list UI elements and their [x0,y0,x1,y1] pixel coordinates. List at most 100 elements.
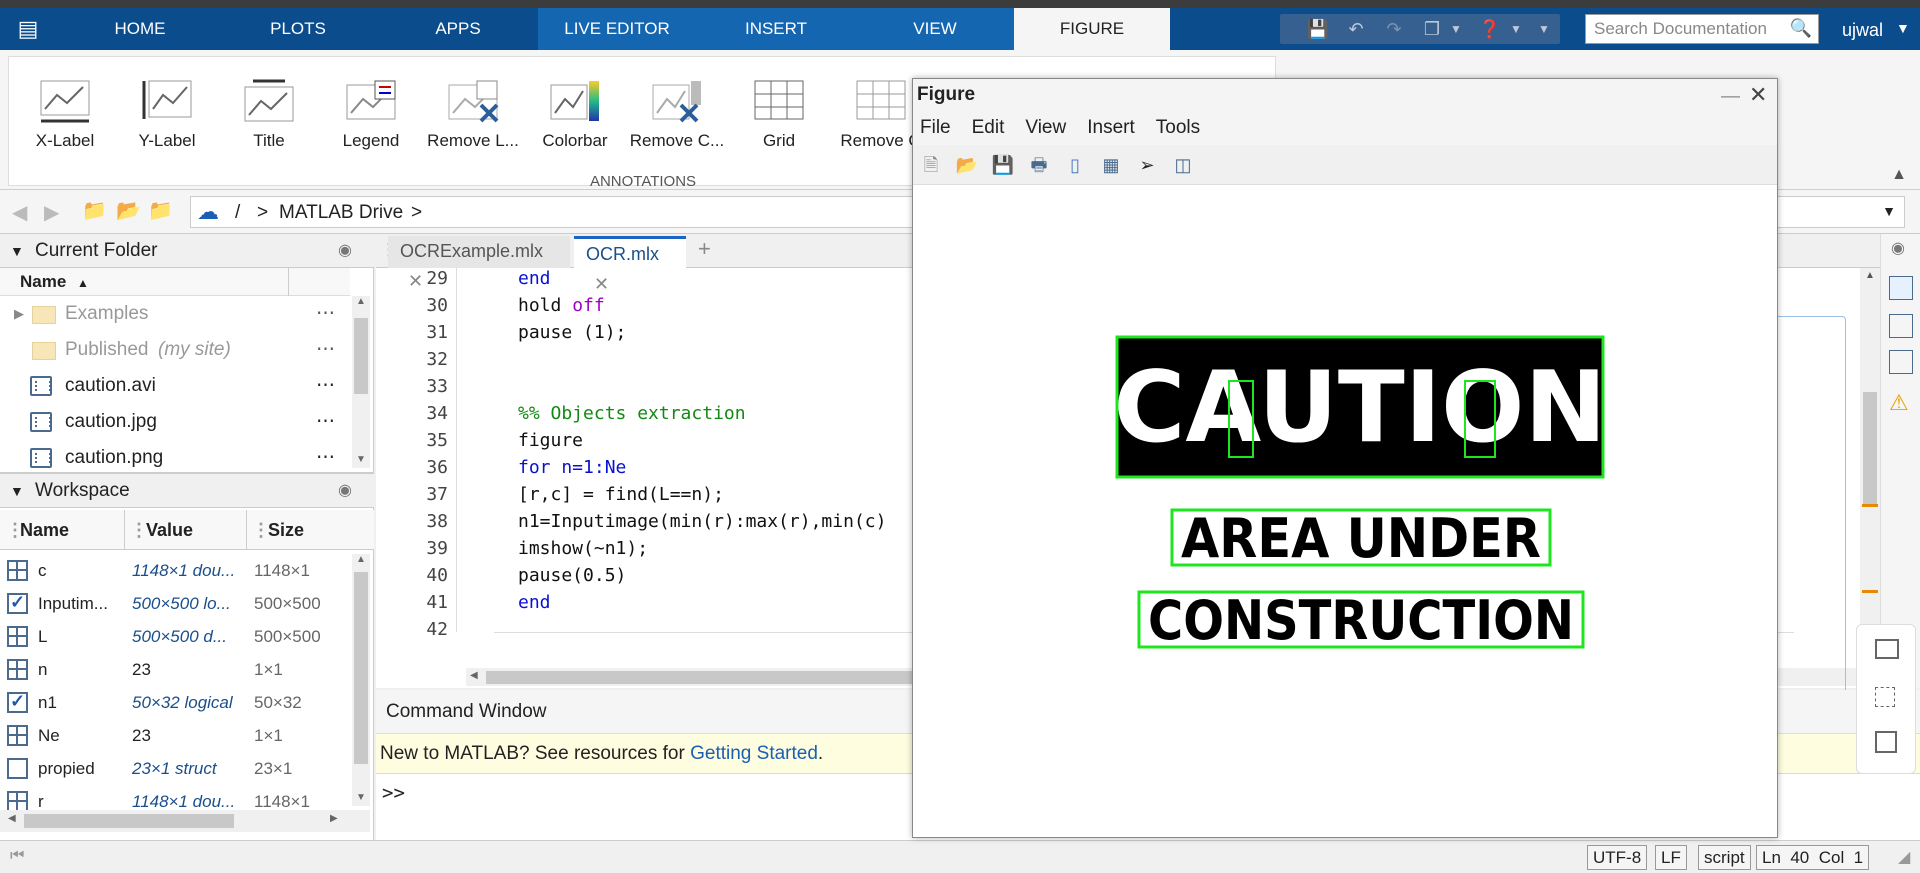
up-folder-icon[interactable]: 📁 [82,198,107,223]
back-icon[interactable]: ◀ [12,200,27,225]
chevron-down-icon[interactable]: ▼ [1442,17,1470,41]
table-row[interactable]: ✓ Inputim... 500×500 lo... 500×500 [0,587,350,620]
table-row[interactable]: c 1148×1 dou... 1148×1 [0,554,350,587]
column-size[interactable]: Size [268,510,304,550]
scroll-thumb[interactable] [1863,392,1877,504]
address-dropdown-icon[interactable]: ▼ [1882,203,1896,219]
column-name-header[interactable]: Name ▲ [0,268,350,296]
x-label-button[interactable]: X-Label [15,67,115,167]
collapse-ribbon-icon[interactable]: ▲ [1888,166,1910,186]
redo-icon[interactable]: ↷ [1380,17,1408,41]
forward-icon[interactable]: ▶ [44,200,59,225]
tab-figure[interactable]: FIGURE [1014,8,1170,50]
close-icon[interactable]: ✕ [1749,79,1767,111]
workspace-scrollbar[interactable]: ▲ ▼ [352,554,370,806]
workspace-header[interactable]: ▼ Workspace ◉ [0,474,374,508]
list-item[interactable]: Published (my site) ⋯ [0,332,350,368]
code-line[interactable]: end [518,268,551,289]
undo-icon[interactable]: ↶ [1342,17,1370,41]
more-options-icon[interactable]: ⋯ [316,440,335,468]
code-line[interactable]: hold off [518,295,605,316]
panel-actions-icon[interactable]: ◉ [1891,238,1905,258]
tab-view[interactable]: VIEW [856,8,1014,50]
y-label-button[interactable]: Y-Label [117,67,217,167]
table-row[interactable]: ✓ n1 50×32 logical 50×32 [0,686,350,719]
code-line[interactable]: imshow(~n1); [518,538,648,559]
matlab-logo-icon[interactable]: ▤ [10,16,46,42]
code-line[interactable]: end [518,592,551,613]
table-row[interactable]: propied 23×1 struct 23×1 [0,752,350,785]
figure-canvas[interactable]: CAUTION AREA UNDER CONSTRUCTION [913,187,1777,837]
code-line[interactable]: [r,c] = find(L==n); [518,484,724,505]
code-line[interactable]: figure [518,430,583,451]
minimize-icon[interactable] [1875,687,1895,707]
menu-insert[interactable]: Insert [1087,117,1135,138]
tab-live-editor[interactable]: LIVE EDITOR [538,8,696,50]
scroll-up-icon[interactable]: ▲ [356,554,366,565]
print-figure-icon[interactable]: 🖶 [1027,153,1051,177]
add-tab-icon[interactable]: + [698,236,711,262]
save-icon[interactable]: 💾 [1304,17,1332,41]
panel-actions-icon[interactable]: ◉ [338,234,352,268]
table-row[interactable]: L 500×500 d... 500×500 [0,620,350,653]
code-line[interactable]: pause (1); [518,322,626,343]
list-item[interactable]: caution.avi ⋯ [0,368,350,404]
workspace-hscrollbar[interactable]: ◀ ▶ [0,810,370,832]
new-figure-icon[interactable]: 🗎 [919,153,943,177]
open-file-icon[interactable]: 📂 [955,153,979,177]
help-icon[interactable]: ❓ [1476,17,1504,41]
menu-view[interactable]: View [1025,117,1066,138]
menu-tools[interactable]: Tools [1156,117,1200,138]
output-right-icon[interactable] [1889,314,1913,338]
scroll-down-icon[interactable]: ▼ [356,454,366,465]
tab-ocr[interactable]: OCR.mlx ✕ [574,236,686,294]
current-folder-scrollbar[interactable]: ▲ ▼ [352,296,370,468]
more-options-icon[interactable]: ⋯ [316,404,335,440]
legend-button[interactable]: Legend [321,67,421,167]
scroll-right-icon[interactable]: ▶ [330,813,338,824]
tab-home[interactable]: HOME [76,8,204,50]
list-item[interactable]: ▶ Examples ⋯ [0,296,350,332]
column-name[interactable]: Name [20,510,69,550]
pointer-icon[interactable]: ➢ [1135,153,1159,177]
remove-colorbar-button[interactable]: Remove C... [627,67,727,167]
output-inline-icon[interactable] [1889,276,1913,300]
scroll-up-icon[interactable]: ▲ [1865,270,1875,281]
browse-folder-icon[interactable]: 📂 [116,198,141,223]
dock-icon[interactable] [1875,731,1897,753]
search-icon[interactable]: 🔍 [1790,18,1812,39]
scroll-thumb[interactable] [24,814,234,828]
scroll-up-icon[interactable]: ▲ [356,296,366,307]
remove-legend-button[interactable]: Remove L... [423,67,523,167]
more-options-icon[interactable]: ⋯ [316,368,335,404]
tab-ocrexample[interactable]: OCRExample.mlx ✕ [388,236,570,291]
scroll-left-icon[interactable]: ◀ [8,813,16,824]
scroll-down-icon[interactable]: ▼ [356,792,366,803]
more-options-icon[interactable]: ⋯ [316,332,335,368]
status-encoding[interactable]: UTF-8 [1587,845,1648,870]
table-row[interactable]: n 23 1×1 [0,653,350,686]
status-file-type[interactable]: script [1698,845,1751,870]
print-icon[interactable] [1875,639,1899,659]
minimize-icon[interactable]: — [1721,81,1740,113]
table-row[interactable]: Ne 23 1×1 [0,719,350,752]
code-line[interactable]: pause(0.5) [518,565,626,586]
code-line[interactable]: for n=1:Ne [518,457,626,478]
scroll-thumb[interactable] [354,572,368,764]
expand-icon[interactable]: ▶ [14,296,24,332]
collapse-triangle-icon[interactable]: ▼ [10,474,24,508]
list-item[interactable]: caution.png ⋯ [0,440,350,468]
menu-edit[interactable]: Edit [972,117,1005,138]
title-button[interactable]: Title [219,67,319,167]
user-name[interactable]: ujwal [1842,20,1883,41]
more-options-icon[interactable]: ⋯ [316,296,335,332]
menu-file[interactable]: File [920,117,951,138]
panel-actions-icon[interactable]: ◉ [338,474,352,508]
tab-insert[interactable]: INSERT [696,8,856,50]
search-documentation-input[interactable]: Search Documentation 🔍 [1585,14,1819,44]
code-line[interactable]: n1=Inputimage(min(r):max(r),min(c) [518,511,886,532]
status-eol[interactable]: LF [1655,845,1687,870]
current-folder-header[interactable]: ▼ Current Folder ◉ [0,234,374,268]
scroll-left-icon[interactable]: ◀ [470,670,478,681]
hide-code-icon[interactable] [1889,350,1913,374]
